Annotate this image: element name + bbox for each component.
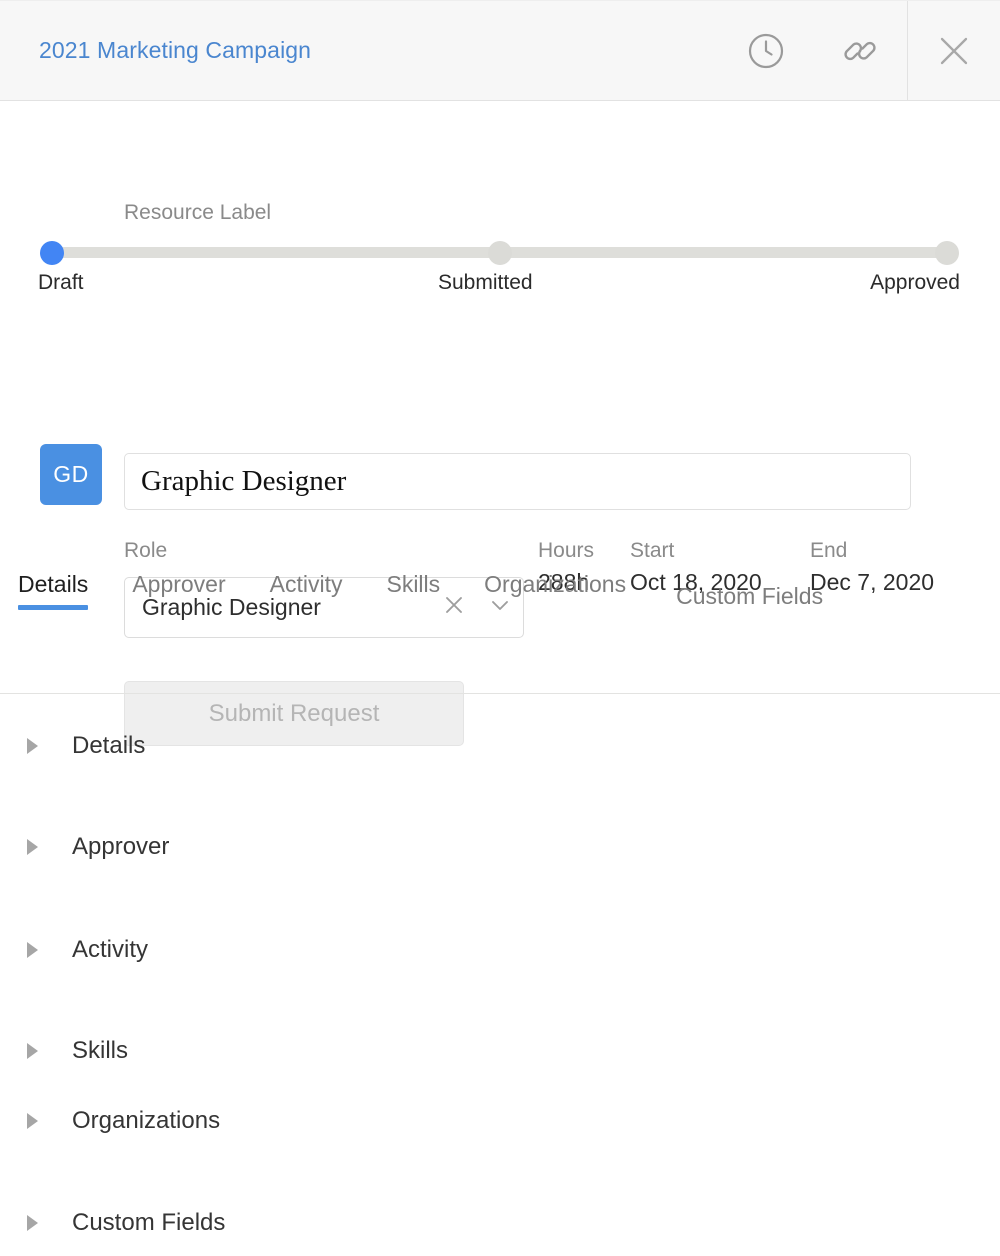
chevron-right-icon	[0, 1041, 52, 1061]
tab-label: Details	[18, 571, 89, 597]
accordion-section-approver[interactable]: Approver	[0, 825, 1000, 869]
end-date-label: End	[810, 539, 848, 562]
chevron-right-icon	[0, 1213, 52, 1233]
panel-header: 2021 Marketing Campaign	[0, 0, 1000, 101]
accordion-section-skills[interactable]: Skills	[0, 1029, 1000, 1073]
tab-organizations[interactable]: Organizations	[462, 563, 648, 614]
tab-approver[interactable]: Approver	[110, 563, 247, 614]
stepper-dot-draft[interactable]	[40, 241, 64, 265]
chevron-right-icon	[0, 736, 52, 756]
accordion-label: Skills	[72, 1037, 129, 1064]
stepper-dot-approved[interactable]	[935, 241, 959, 265]
stepper-label-approved: Approved	[870, 271, 960, 294]
accordion-section-activity[interactable]: Activity	[0, 928, 1000, 972]
link-icon	[839, 30, 881, 72]
avatar[interactable]: GD	[40, 444, 102, 505]
accordion-label: Approver	[72, 833, 170, 860]
tab-label: Organizations	[484, 571, 627, 597]
tab-label: Approver	[132, 571, 226, 597]
accordion-label: Custom Fields	[72, 1209, 226, 1236]
close-icon	[932, 29, 976, 73]
detail-tabs: Details Approver Activity Skills Organiz…	[0, 563, 1000, 626]
chevron-right-icon	[0, 837, 52, 857]
history-button[interactable]	[719, 1, 813, 101]
accordion-label: Activity	[72, 936, 149, 963]
accordion-label: Details	[72, 732, 146, 759]
tab-details[interactable]: Details	[18, 563, 110, 614]
header-actions	[719, 1, 1000, 101]
tab-activity[interactable]: Activity	[248, 563, 365, 614]
breadcrumb-project-link[interactable]: 2021 Marketing Campaign	[39, 37, 311, 64]
accordion-section-organizations[interactable]: Organizations	[0, 1099, 1000, 1143]
role-label: Role	[124, 539, 168, 562]
accordion-label: Organizations	[72, 1107, 221, 1134]
tabs-divider	[0, 693, 1000, 694]
start-date-label: Start	[630, 539, 675, 562]
resource-request-panel: 2021 Marketing Campaign Draft Submitted …	[0, 0, 1000, 1256]
copy-link-button[interactable]	[813, 1, 907, 101]
stepper-dot-submitted[interactable]	[488, 241, 512, 265]
tab-label: Activity	[269, 571, 343, 597]
stepper-label-draft: Draft	[38, 271, 84, 294]
tab-label: Skills	[386, 571, 441, 597]
accordion-section-details[interactable]: Details	[0, 724, 1000, 768]
tab-custom-fields[interactable]: Custom Fields	[648, 575, 845, 626]
tab-label: Custom Fields	[676, 583, 824, 609]
close-button[interactable]	[907, 1, 1000, 101]
resource-label-input[interactable]	[124, 453, 911, 510]
status-stepper: Draft Submitted Approved	[0, 101, 1000, 294]
chevron-right-icon	[0, 1111, 52, 1131]
history-icon	[745, 30, 787, 72]
accordion-section-custom-fields[interactable]: Custom Fields	[0, 1201, 1000, 1245]
avatar-initials: GD	[53, 461, 89, 487]
hours-label: Hours	[538, 539, 595, 562]
stepper-label-submitted: Submitted	[438, 271, 533, 294]
chevron-right-icon	[0, 940, 52, 960]
resource-label-label: Resource Label	[124, 201, 272, 224]
tab-skills[interactable]: Skills	[364, 563, 462, 614]
